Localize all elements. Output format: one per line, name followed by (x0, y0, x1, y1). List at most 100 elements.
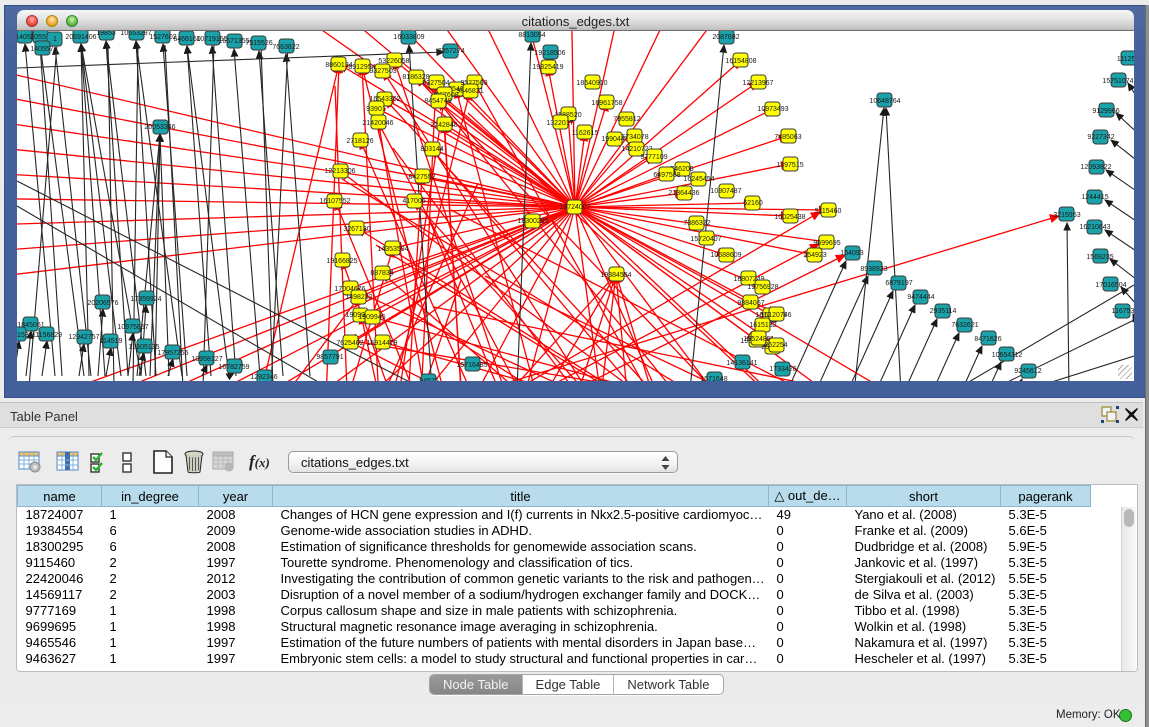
svg-text:10973493: 10973493 (757, 106, 788, 113)
svg-text:8427552: 8427552 (408, 174, 435, 181)
svg-text:20053346: 20053346 (144, 124, 175, 131)
svg-text:164093: 164093 (840, 250, 863, 257)
svg-text:16245454: 16245454 (683, 176, 714, 183)
svg-text:7357274: 7357274 (437, 48, 464, 55)
svg-text:254923: 254923 (803, 252, 826, 259)
svg-text:16782759: 16782759 (218, 364, 249, 371)
svg-text:12213967: 12213967 (742, 80, 773, 87)
svg-text:18640910: 18640910 (576, 80, 607, 87)
svg-text:1733426: 1733426 (769, 366, 796, 373)
svg-text:14353594: 14353594 (377, 246, 408, 253)
svg-text:1162615: 1162615 (572, 130, 599, 137)
svg-text:10958127: 10958127 (191, 356, 222, 363)
svg-text:887834: 887834 (370, 270, 393, 277)
svg-text:2935114: 2935114 (930, 308, 957, 315)
svg-text:9227342: 9227342 (1087, 134, 1114, 141)
svg-text:93901: 93901 (366, 106, 386, 113)
svg-text:1397515: 1397515 (776, 162, 803, 169)
svg-text:9699695: 9699695 (813, 240, 840, 247)
svg-text:7485063: 7485063 (774, 134, 801, 141)
svg-text:1: 1 (53, 36, 57, 43)
svg-text:111254: 111254 (1117, 56, 1134, 63)
svg-text:18300295: 18300295 (517, 218, 548, 225)
svg-text:1571648: 1571648 (700, 376, 727, 381)
svg-text:94575: 94575 (419, 378, 439, 381)
svg-text:116753: 116753 (1112, 308, 1134, 315)
svg-text:8813054: 8813054 (518, 32, 545, 39)
svg-text:8454749: 8454749 (424, 98, 451, 105)
svg-text:9857791: 9857791 (316, 354, 343, 361)
svg-text:12505135: 12505135 (128, 344, 159, 351)
svg-text:10688609: 10688609 (710, 252, 741, 259)
svg-text:16033809: 16033809 (393, 34, 424, 41)
svg-text:16107552: 16107552 (319, 198, 350, 205)
svg-text:16914479: 16914479 (366, 340, 397, 347)
svg-text:62160: 62160 (743, 200, 763, 207)
svg-text:1615132: 1615132 (749, 322, 776, 329)
svg-text:2087682: 2087682 (712, 34, 739, 41)
svg-text:3215953: 3215953 (1053, 212, 1080, 219)
svg-text:7625402: 7625402 (336, 340, 363, 347)
svg-text:12942757: 12942757 (68, 334, 99, 341)
svg-text:10807487: 10807487 (710, 188, 741, 195)
svg-text:19384554: 19384554 (600, 272, 631, 279)
svg-text:10648764: 10648764 (869, 98, 900, 105)
svg-text:21364436: 21364436 (668, 190, 699, 197)
svg-text:140557: 140557 (30, 46, 53, 53)
svg-text:1909945: 1909945 (358, 314, 385, 321)
svg-text:20206576: 20206576 (87, 300, 118, 307)
svg-text:16154808: 16154808 (725, 58, 756, 65)
svg-text:9245612: 9245612 (1014, 368, 1041, 375)
svg-text:15716485: 15716485 (456, 362, 487, 369)
svg-text:18724007: 18724007 (559, 204, 590, 211)
svg-text:2242848: 2242848 (430, 122, 457, 129)
svg-text:9327503: 9327503 (369, 68, 396, 75)
svg-text:10654112: 10654112 (992, 352, 1023, 359)
svg-text:1498222: 1498222 (345, 294, 372, 301)
svg-text:11156829: 11156829 (32, 332, 62, 339)
svg-text:15720407: 15720407 (690, 236, 721, 243)
svg-text:9115460: 9115460 (815, 208, 842, 215)
svg-text:10975857: 10975857 (117, 324, 148, 331)
svg-text:6497568: 6497568 (653, 172, 680, 179)
svg-text:2718126: 2718126 (346, 138, 373, 145)
svg-text:8471626: 8471626 (974, 336, 1001, 343)
svg-text:19325419: 19325419 (532, 64, 563, 71)
svg-text:7386322: 7386322 (683, 220, 710, 227)
svg-text:19166825: 19166825 (326, 258, 357, 265)
svg-text:20691406: 20691406 (65, 34, 96, 41)
svg-text:21420046: 21420046 (362, 120, 393, 127)
svg-text:19756928: 19756928 (747, 284, 778, 291)
svg-text:19853: 19853 (96, 31, 116, 37)
svg-text:9129966: 9129966 (1092, 108, 1119, 115)
svg-text:7632621: 7632621 (951, 322, 978, 329)
svg-text:7955812: 7955812 (613, 116, 640, 123)
svg-text:9884067: 9884067 (737, 300, 764, 307)
svg-text:17957255: 17957255 (157, 350, 188, 357)
svg-text:7515526: 7515526 (245, 40, 272, 47)
svg-text:1569235: 1569235 (1086, 254, 1113, 261)
svg-text:16120746: 16120746 (760, 312, 791, 319)
svg-text:16210643: 16210643 (1079, 224, 1110, 231)
svg-text:12213306: 12213306 (324, 168, 355, 175)
svg-text:9327504: 9327504 (422, 80, 449, 87)
svg-text:16961758: 16961758 (591, 100, 622, 107)
svg-text:10653287: 10653287 (120, 31, 151, 37)
svg-text:417006: 417006 (402, 198, 425, 205)
svg-text:1292346: 1292346 (250, 374, 277, 381)
svg-text:14136141: 14136141 (726, 360, 757, 367)
svg-text:9777109: 9777109 (640, 154, 667, 161)
svg-text:9474444: 9474444 (907, 294, 934, 301)
svg-text:10025438: 10025438 (774, 214, 805, 221)
svg-text:1244415: 1244415 (1081, 194, 1108, 201)
svg-text:9646821: 9646821 (456, 88, 483, 95)
svg-text:17016504: 17016504 (1095, 282, 1126, 289)
svg-text:15751074: 15751074 (1102, 78, 1133, 85)
svg-text:12093822: 12093822 (1080, 164, 1111, 171)
svg-text:7663822: 7663822 (272, 44, 299, 51)
svg-text:6734078: 6734078 (621, 134, 648, 141)
svg-text:252254: 252254 (764, 342, 787, 349)
svg-text:1322017: 1322017 (546, 120, 573, 127)
svg-text:3267130: 3267130 (343, 226, 370, 233)
svg-text:803144: 803144 (420, 146, 443, 153)
